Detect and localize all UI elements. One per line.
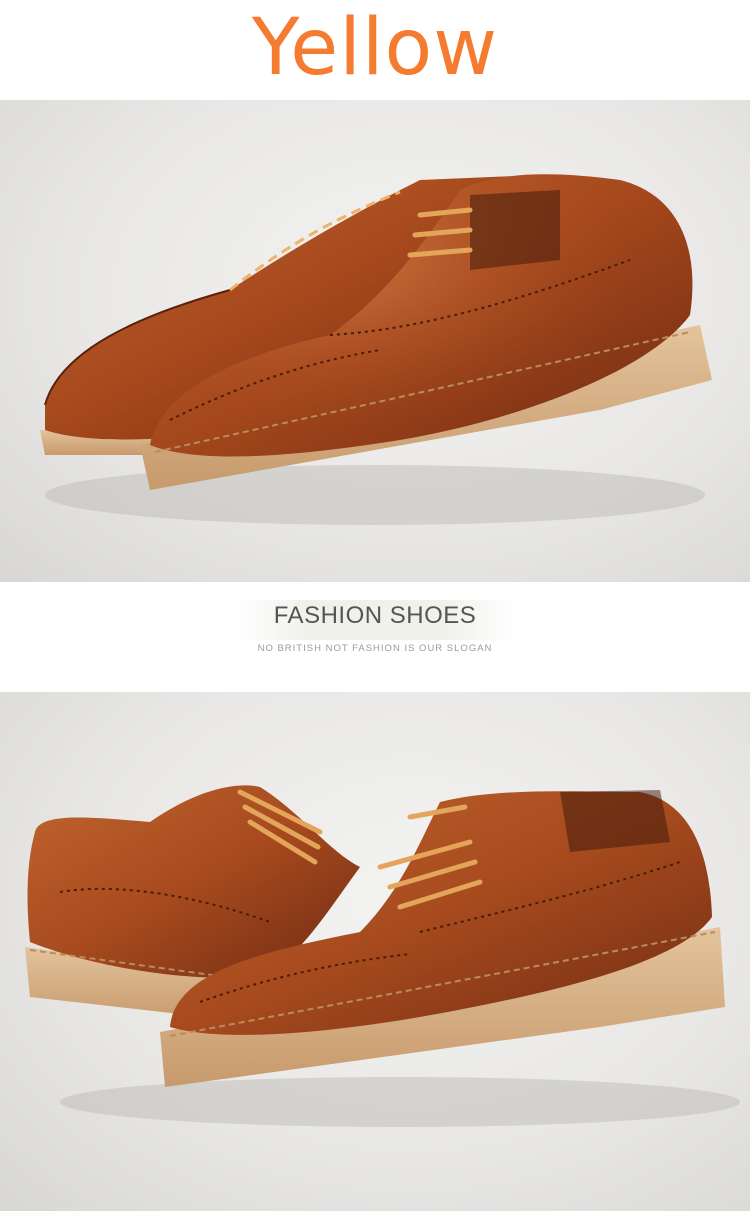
slogan-subheading: NO BRITISH NOT FASHION IS OUR SLOGAN xyxy=(257,643,493,654)
slogan-heading: FASHION SHOES xyxy=(273,602,477,629)
product-photo-front xyxy=(0,100,750,582)
shoes-front-illustration xyxy=(40,174,712,525)
product-photo-side xyxy=(0,692,750,1211)
shadow xyxy=(45,465,705,525)
shadow xyxy=(60,1077,740,1127)
color-title-band: Yellow xyxy=(0,0,750,100)
slogan-banner: FASHION SHOES NO BRITISH NOT FASHION IS … xyxy=(0,582,750,692)
shoes-side-illustration xyxy=(25,785,740,1127)
color-title: Yellow xyxy=(251,3,499,93)
